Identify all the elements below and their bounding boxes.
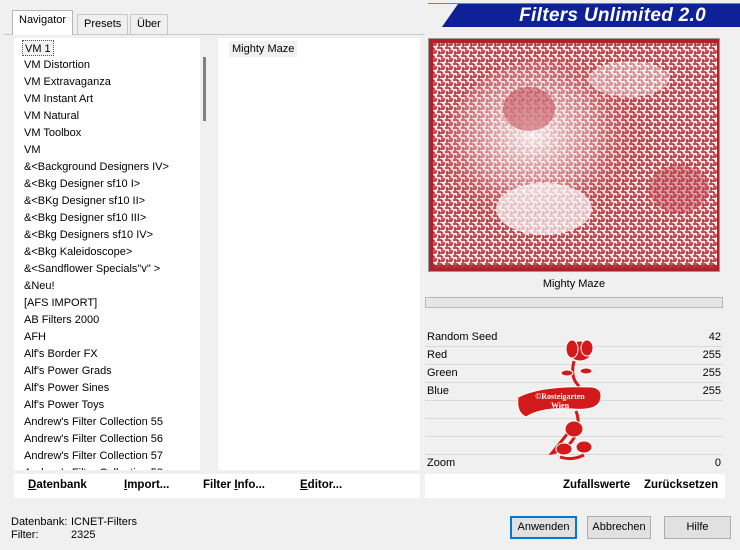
- param-label-zoom: Zoom: [427, 457, 456, 469]
- maze-preview-graphic: [429, 39, 719, 271]
- category-item[interactable]: Alf's Power Sines: [22, 380, 111, 396]
- category-item[interactable]: &<Bkg Kaleidoscope>: [22, 244, 134, 260]
- filter-list[interactable]: [218, 38, 420, 470]
- import-rest: mport...: [127, 479, 170, 491]
- rose-watermark-logo: ©Rosteigarten Wien: [512, 337, 608, 463]
- param-value-zoom[interactable]: 0: [715, 457, 721, 469]
- datenbank-rest: atenbank: [36, 479, 87, 491]
- param-label-red: Red: [427, 349, 448, 361]
- preview-progress-bar: [425, 297, 723, 308]
- param-value-blue[interactable]: 255: [703, 385, 721, 397]
- category-item[interactable]: &<BKg Designer sf10 II>: [22, 193, 147, 209]
- watermark-text-2: Wien: [551, 401, 570, 410]
- status-filter-value: 2325: [71, 529, 96, 541]
- banner-title: Filters Unlimited 2.0: [519, 5, 706, 26]
- preview-image: [428, 38, 720, 272]
- param-value-random-seed[interactable]: 42: [709, 331, 721, 343]
- apply-button[interactable]: Anwenden: [510, 516, 577, 539]
- category-item[interactable]: VM Extravaganza: [22, 74, 113, 90]
- category-item[interactable]: AFH: [22, 329, 48, 345]
- filter-info-label: Filter Info...: [203, 479, 265, 491]
- tab-navigator[interactable]: Navigator: [12, 10, 74, 35]
- tab-presets[interactable]: Presets: [77, 14, 129, 34]
- category-item[interactable]: &<Bkg Designers sf10 IV>: [22, 227, 155, 243]
- param-value-red[interactable]: 255: [703, 349, 721, 361]
- status-db-value: ICNET-Filters: [71, 516, 137, 528]
- editor-rest: ditor...: [307, 479, 343, 491]
- title-banner: Filters Unlimited 2.0: [428, 3, 740, 27]
- category-item[interactable]: Andrew's Filter Collection 57: [22, 448, 165, 464]
- category-item[interactable]: VM 1: [22, 40, 54, 56]
- editor-button[interactable]: Editor...: [300, 479, 342, 491]
- filter-info-button[interactable]: Filter Info...: [203, 479, 265, 491]
- zuruecksetzen-button[interactable]: Zurücksetzen: [644, 479, 718, 491]
- status-db-label: Datenbank:: [11, 516, 68, 528]
- datenbank-button[interactable]: Datenbank: [28, 479, 87, 491]
- category-item[interactable]: Alf's Border FX: [22, 346, 100, 362]
- status-filter-label: Filter:: [11, 529, 39, 541]
- category-item[interactable]: Andrew's Filter Collection 55: [22, 414, 165, 430]
- category-item[interactable]: &Neu!: [22, 278, 57, 294]
- category-item[interactable]: Alf's Power Toys: [22, 397, 106, 413]
- import-button[interactable]: Import...: [124, 479, 169, 491]
- category-item[interactable]: Alf's Power Grads: [22, 363, 114, 379]
- category-item[interactable]: [AFS IMPORT]: [22, 295, 99, 311]
- param-label-green: Green: [427, 367, 458, 379]
- param-value-green[interactable]: 255: [703, 367, 721, 379]
- category-item[interactable]: &<Background Designers IV>: [22, 159, 171, 175]
- category-item[interactable]: &<Bkg Designer sf10 I>: [22, 176, 142, 192]
- banner-diagonal-cut: [428, 4, 458, 27]
- category-item[interactable]: Andrew's Filter Collection 58: [22, 465, 165, 470]
- category-item[interactable]: &<Bkg Designer sf10 III>: [22, 210, 148, 226]
- preview-filter-name: Mighty Maze: [542, 278, 606, 290]
- rose-icon: ©Rosteigarten Wien: [517, 339, 602, 461]
- zufallswerte-button[interactable]: Zufallswerte: [563, 479, 630, 491]
- category-item[interactable]: VM: [22, 142, 43, 158]
- category-list[interactable]: VM 1 VM Distortion VM Extravaganza VM Insta…: [14, 38, 210, 470]
- tab-ueber[interactable]: Über: [130, 14, 168, 34]
- category-item[interactable]: Andrew's Filter Collection 56: [22, 431, 165, 447]
- param-label-random-seed: Random Seed: [427, 331, 498, 343]
- category-item[interactable]: &<Sandflower Specials"v" >: [22, 261, 162, 277]
- filter-item-mighty-maze[interactable]: Mighty Maze: [229, 41, 298, 57]
- help-button[interactable]: Hilfe: [664, 516, 731, 539]
- param-label-blue: Blue: [427, 385, 450, 397]
- category-item[interactable]: AB Filters 2000: [22, 312, 101, 328]
- category-item[interactable]: VM Natural: [22, 108, 81, 124]
- cancel-button[interactable]: Abbrechen: [587, 516, 651, 539]
- category-item[interactable]: VM Instant Art: [22, 91, 95, 107]
- category-item[interactable]: VM Toolbox: [22, 125, 83, 141]
- category-item[interactable]: VM Distortion: [22, 57, 92, 73]
- watermark-text-1: ©Rosteigarten: [535, 392, 585, 401]
- category-scrollbar-thumb[interactable]: [203, 57, 206, 121]
